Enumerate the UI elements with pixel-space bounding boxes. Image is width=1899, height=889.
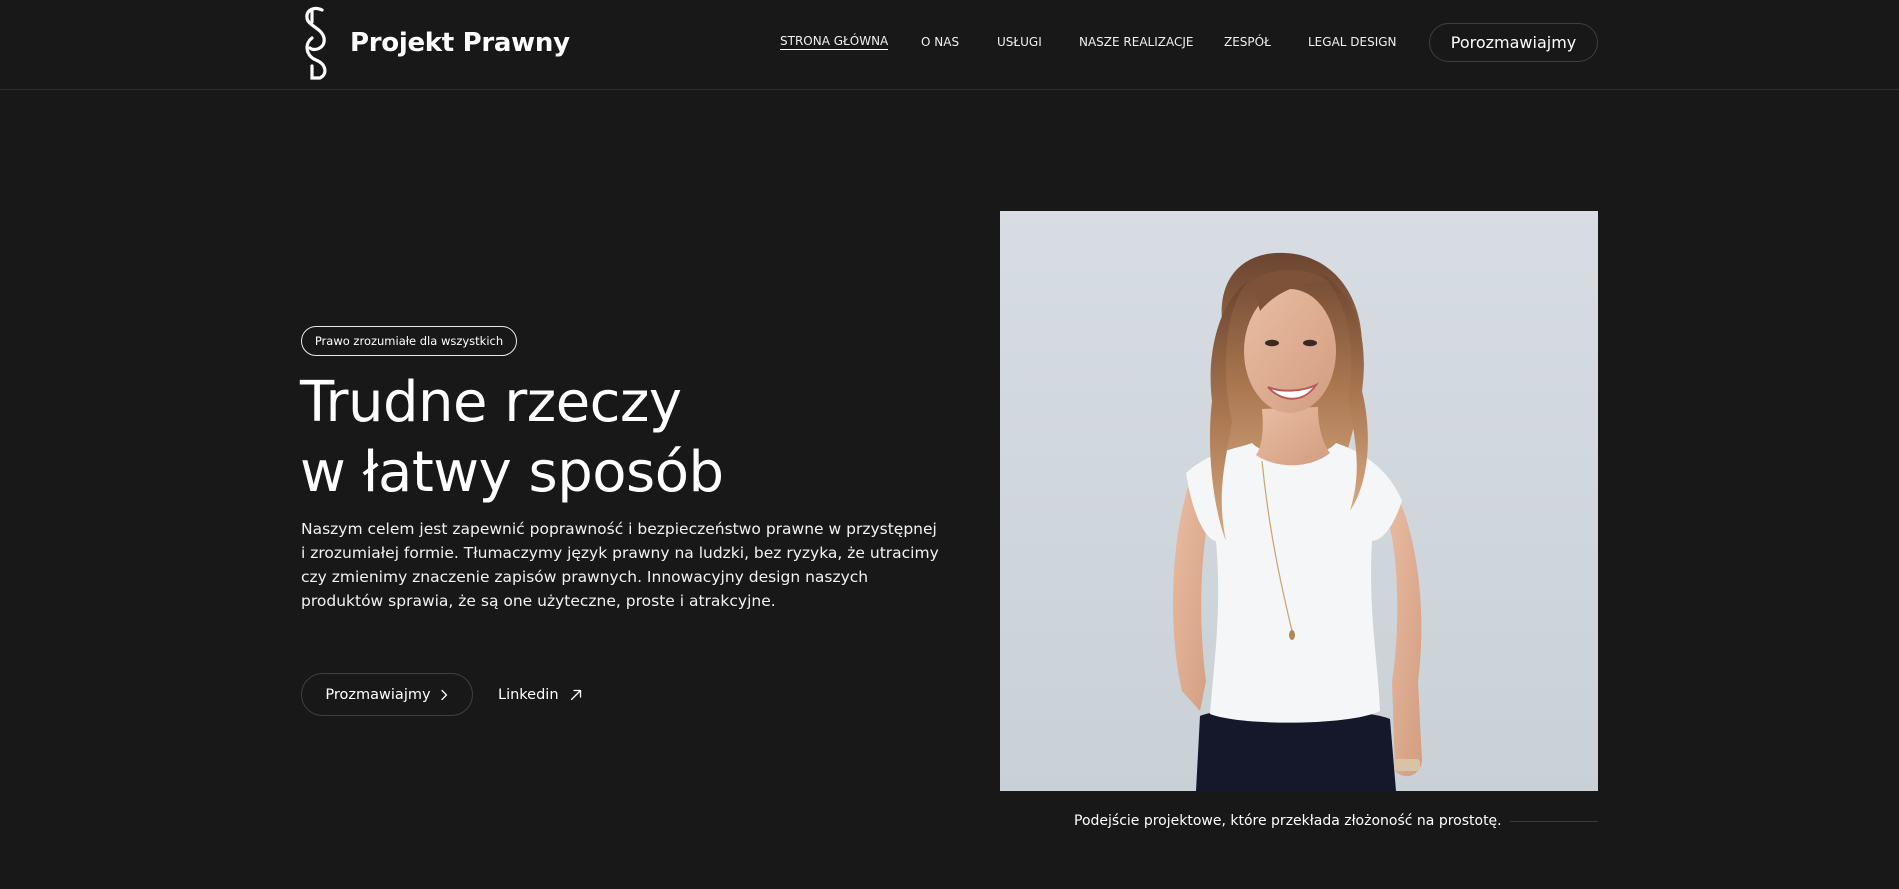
hero-badge: Prawo zrozumiałe dla wszystkich [301, 326, 517, 356]
nav-item-team[interactable]: ZESPÓŁ [1224, 35, 1271, 49]
nav-item-about[interactable]: O NAS [921, 35, 959, 49]
nav-item-home[interactable]: STRONA GŁÓWNA [780, 34, 889, 50]
linkedin-link[interactable]: Linkedin [498, 673, 583, 716]
hero-title-line-1: Trudne rzeczy [300, 370, 682, 435]
linkedin-link-label: Linkedin [498, 686, 559, 703]
photo-caption: Podejście projektowe, które przekłada zł… [1074, 812, 1598, 830]
nav-item-legal-design[interactable]: LEGAL DESIGN [1308, 35, 1397, 49]
talk-button[interactable]: Prozmawiajmy [301, 673, 473, 716]
talk-button-label: Prozmawiajmy [325, 686, 431, 703]
arrow-up-right-icon [570, 689, 581, 700]
portrait-illustration [1172, 252, 1422, 791]
hero-title-line-2: w łatwy sposób [300, 440, 724, 505]
nav-item-services[interactable]: USŁUGI [997, 35, 1042, 49]
hero-description: Naszym celem jest zapewnić poprawność i … [301, 520, 939, 610]
brand-name: Projekt Prawny [350, 28, 570, 58]
site-header: Projekt Prawny STRONA GŁÓWNA O NAS USŁUG… [0, 0, 1899, 90]
chevron-right-icon [440, 689, 447, 700]
nav-item-projects[interactable]: NASZE REALIZACJE [1079, 35, 1194, 49]
hero-title: Trudne rzeczy w łatwy sposób [300, 368, 860, 508]
section-sign-logo-icon [305, 6, 327, 80]
contact-button[interactable]: Porozmawiajmy [1429, 23, 1598, 62]
caption-divider [1509, 820, 1598, 822]
hero-portrait-photo [1000, 211, 1598, 791]
brand-logo[interactable]: Projekt Prawny [302, 4, 570, 82]
photo-caption-text: Podejście projektowe, które przekłada zł… [1074, 813, 1502, 829]
